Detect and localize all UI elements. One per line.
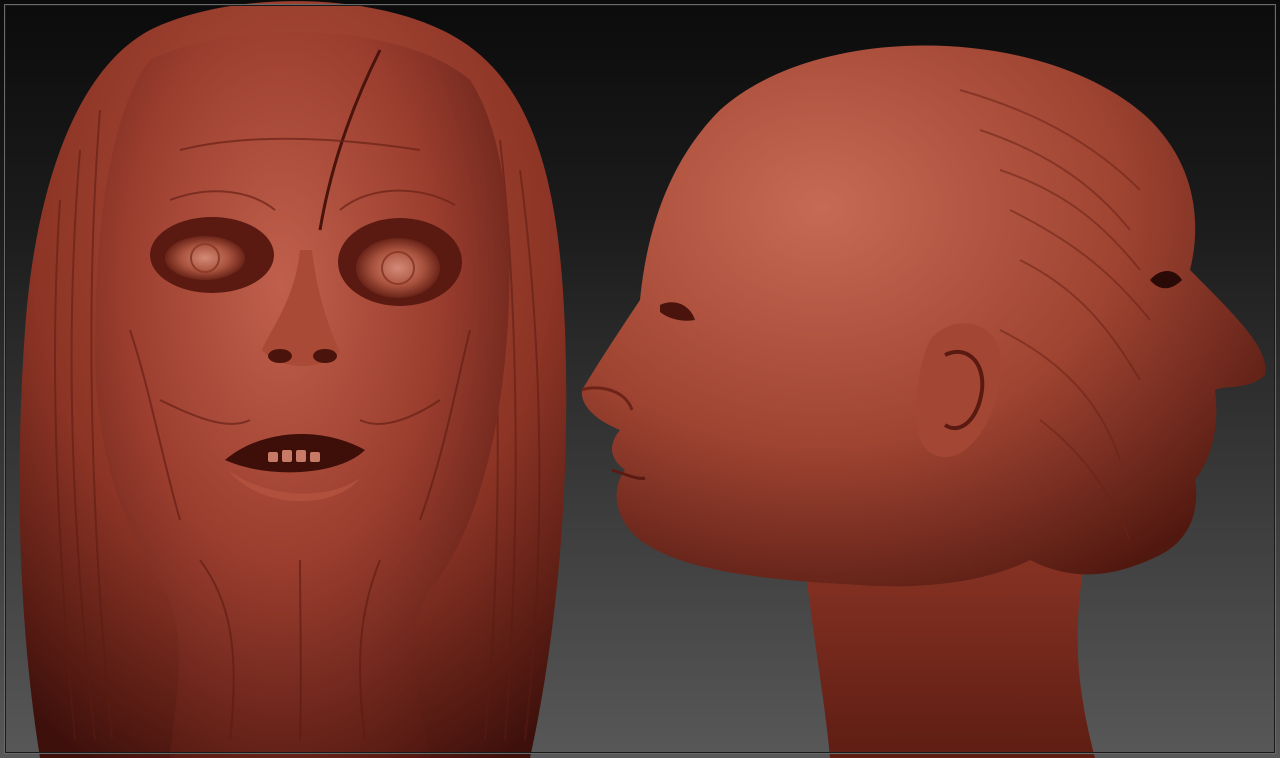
sculpt-canvas (19, 1, 1266, 758)
sculpted-head-front-icon (19, 1, 567, 758)
sculpted-head-profile-icon (581, 45, 1266, 758)
sculpt-viewport[interactable] (0, 0, 1280, 758)
